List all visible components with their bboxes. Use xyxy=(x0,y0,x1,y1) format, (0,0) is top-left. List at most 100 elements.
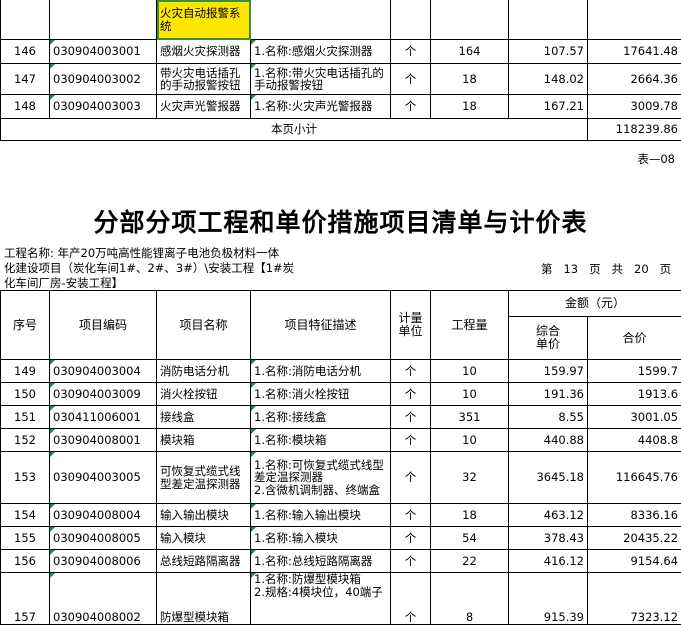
item-quantity[interactable]: 10 xyxy=(431,383,509,406)
item-code[interactable]: 030904003005 xyxy=(50,452,157,504)
item-unit-price[interactable]: 148.02 xyxy=(509,64,588,95)
item-description[interactable]: 1.名称:消火栓按钮 xyxy=(251,383,391,406)
item-unit[interactable]: 个 xyxy=(391,429,431,452)
item-description[interactable]: 1.名称:输入模块 xyxy=(251,527,391,550)
item-description[interactable]: 1.名称:总线短路隔离器 xyxy=(251,550,391,573)
item-unit-price[interactable]: 167.21 xyxy=(509,95,588,119)
item-total[interactable]: 8336.16 xyxy=(588,504,681,527)
item-code[interactable]: 030904008006 xyxy=(50,550,157,573)
item-code[interactable]: 030904008001 xyxy=(50,429,157,452)
item-total[interactable]: 9154.64 xyxy=(588,550,681,573)
item-description[interactable]: 1.名称:接线盒 xyxy=(251,406,391,429)
item-name[interactable]: 接线盒 xyxy=(157,406,251,429)
item-quantity[interactable]: 18 xyxy=(431,64,509,95)
item-total[interactable]: 1599.7 xyxy=(588,360,681,383)
item-quantity[interactable]: 32 xyxy=(431,452,509,504)
item-unit[interactable]: 个 xyxy=(391,573,431,625)
item-name[interactable]: 消火栓按钮 xyxy=(157,383,251,406)
row-number[interactable]: 146 xyxy=(1,40,50,64)
item-quantity[interactable]: 10 xyxy=(431,360,509,383)
header-no[interactable]: 序号 xyxy=(1,291,50,360)
item-code[interactable]: 030904003009 xyxy=(50,383,157,406)
item-name[interactable]: 带火灾电话插孔的手动报警按钮 xyxy=(157,64,251,95)
item-description[interactable]: 1.名称:模块箱 xyxy=(251,429,391,452)
item-quantity[interactable]: 8 xyxy=(431,573,509,625)
item-unit-price[interactable]: 107.57 xyxy=(509,40,588,64)
selected-cell[interactable]: 火灾自动报警系统 xyxy=(157,0,251,40)
subtotal-value[interactable]: 118239.86 xyxy=(588,119,681,141)
item-total[interactable]: 2664.36 xyxy=(588,64,681,95)
item-unit[interactable]: 个 xyxy=(391,360,431,383)
item-quantity[interactable]: 54 xyxy=(431,527,509,550)
row-number[interactable]: 147 xyxy=(1,64,50,95)
item-quantity[interactable]: 10 xyxy=(431,429,509,452)
item-quantity[interactable]: 18 xyxy=(431,95,509,119)
row-number[interactable]: 149 xyxy=(1,360,50,383)
item-unit-price[interactable]: 3645.18 xyxy=(509,452,588,504)
item-description[interactable]: 1.名称:感烟火灾探测器 xyxy=(251,40,391,64)
item-unit[interactable]: 个 xyxy=(391,527,431,550)
item-description[interactable]: 1.名称:带火灾电话插孔的手动报警按钮 xyxy=(251,64,391,95)
item-name[interactable]: 消防电话分机 xyxy=(157,360,251,383)
item-unit-price[interactable]: 915.39 xyxy=(509,573,588,625)
item-unit[interactable]: 个 xyxy=(391,64,431,95)
item-unit[interactable]: 个 xyxy=(391,95,431,119)
row-number[interactable]: 154 xyxy=(1,504,50,527)
item-total[interactable]: 116645.76 xyxy=(588,452,681,504)
item-name[interactable]: 输入模块 xyxy=(157,527,251,550)
item-description[interactable]: 1.名称:防爆型模块箱 2.规格:4模块位，40端子 xyxy=(251,573,391,625)
item-name[interactable]: 输入输出模块 xyxy=(157,504,251,527)
item-unit[interactable]: 个 xyxy=(391,40,431,64)
header-quantity[interactable]: 工程量 xyxy=(431,291,509,360)
item-total[interactable]: 1913.6 xyxy=(588,383,681,406)
item-unit[interactable]: 个 xyxy=(391,504,431,527)
header-unit[interactable]: 计量单位 xyxy=(391,291,431,360)
item-code[interactable]: 030904003002 xyxy=(50,64,157,95)
header-description[interactable]: 项目特征描述 xyxy=(251,291,391,360)
item-name[interactable]: 模块箱 xyxy=(157,429,251,452)
item-description[interactable]: 1.名称:输入输出模块 xyxy=(251,504,391,527)
item-unit-price[interactable]: 440.88 xyxy=(509,429,588,452)
item-total[interactable]: 3009.78 xyxy=(588,95,681,119)
item-name[interactable]: 感烟火灾探测器 xyxy=(157,40,251,64)
item-name[interactable]: 可恢复式缆式线型差定温探测器 xyxy=(157,452,251,504)
row-number[interactable]: 150 xyxy=(1,383,50,406)
item-quantity[interactable]: 164 xyxy=(431,40,509,64)
header-amount[interactable]: 金额（元） xyxy=(509,291,681,317)
item-unit[interactable]: 个 xyxy=(391,550,431,573)
item-unit-price[interactable]: 191.36 xyxy=(509,383,588,406)
item-code[interactable]: 030904008004 xyxy=(50,504,157,527)
item-name[interactable]: 火灾声光警报器 xyxy=(157,95,251,119)
subtotal-label[interactable]: 本页小计 xyxy=(1,119,588,141)
row-number[interactable]: 157 xyxy=(1,573,50,625)
item-unit[interactable]: 个 xyxy=(391,452,431,504)
item-total[interactable]: 20435.22 xyxy=(588,527,681,550)
item-quantity[interactable]: 351 xyxy=(431,406,509,429)
item-unit-price[interactable]: 378.43 xyxy=(509,527,588,550)
item-name[interactable]: 防爆型模块箱 xyxy=(157,573,251,625)
item-code[interactable]: 030904008005 xyxy=(50,527,157,550)
item-code[interactable]: 030904003003 xyxy=(50,95,157,119)
row-number[interactable]: 153 xyxy=(1,452,50,504)
item-description[interactable]: 1.名称:火灾声光警报器 xyxy=(251,95,391,119)
row-number[interactable]: 155 xyxy=(1,527,50,550)
item-code[interactable]: 030904003004 xyxy=(50,360,157,383)
item-unit[interactable]: 个 xyxy=(391,406,431,429)
item-unit-price[interactable]: 463.12 xyxy=(509,504,588,527)
item-total[interactable]: 7323.12 xyxy=(588,573,681,625)
item-total[interactable]: 4408.8 xyxy=(588,429,681,452)
item-description[interactable]: 1.名称:可恢复式缆式线型差定温探测器 2.含微机调制器、终端盒 xyxy=(251,452,391,504)
row-number[interactable]: 151 xyxy=(1,406,50,429)
item-total[interactable]: 3001.05 xyxy=(588,406,681,429)
item-code[interactable]: 030904008002 xyxy=(50,573,157,625)
row-number[interactable]: 152 xyxy=(1,429,50,452)
item-unit[interactable]: 个 xyxy=(391,383,431,406)
item-description[interactable]: 1.名称:消防电话分机 xyxy=(251,360,391,383)
item-code[interactable]: 030904003001 xyxy=(50,40,157,64)
row-number[interactable]: 156 xyxy=(1,550,50,573)
item-total[interactable]: 17641.48 xyxy=(588,40,681,64)
item-name[interactable]: 总线短路隔离器 xyxy=(157,550,251,573)
item-code[interactable]: 030411006001 xyxy=(50,406,157,429)
header-code[interactable]: 项目编码 xyxy=(50,291,157,360)
item-unit-price[interactable]: 159.97 xyxy=(509,360,588,383)
